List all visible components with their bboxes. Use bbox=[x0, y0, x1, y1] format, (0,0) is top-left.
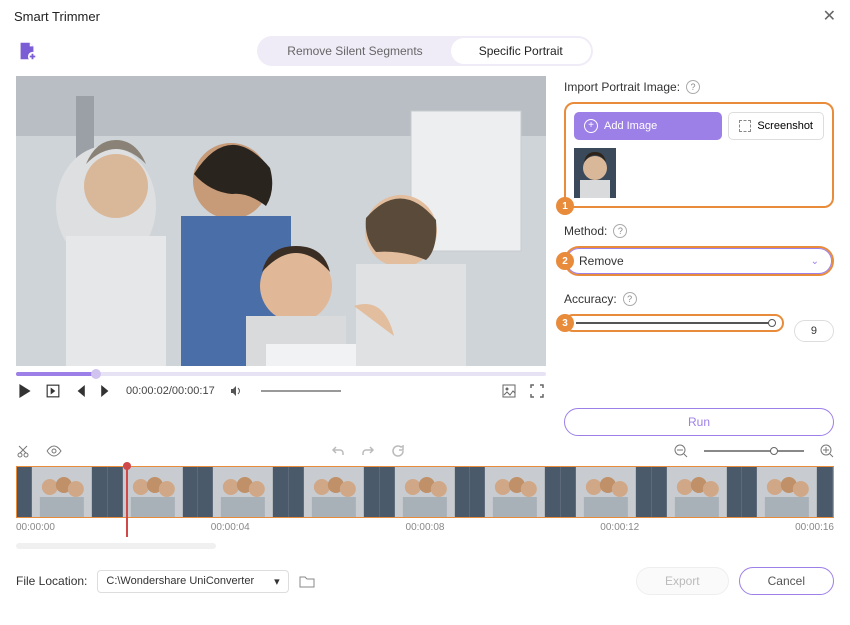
method-callout: 2 Remove ⌄ bbox=[564, 246, 834, 276]
method-value: Remove bbox=[579, 254, 624, 268]
prev-frame-icon[interactable] bbox=[74, 385, 86, 397]
stop-icon[interactable] bbox=[46, 384, 60, 398]
volume-icon[interactable] bbox=[229, 384, 243, 398]
accuracy-callout: 3 bbox=[564, 314, 784, 332]
snapshot-icon[interactable] bbox=[502, 384, 516, 398]
import-callout: 1 + Add Image Screenshot bbox=[564, 102, 834, 208]
tab-remove-silent[interactable]: Remove Silent Segments bbox=[259, 38, 450, 64]
file-location-select[interactable]: C:\Wondershare UniConverter ▾ bbox=[97, 570, 288, 593]
fullscreen-icon[interactable] bbox=[530, 384, 544, 398]
timeline-ticks: 00:00:00 00:00:04 00:00:08 00:00:12 00:0… bbox=[16, 518, 834, 537]
tick-label: 00:00:12 bbox=[600, 522, 639, 533]
timeline-frame bbox=[17, 467, 108, 517]
zoom-in-icon[interactable] bbox=[820, 444, 834, 458]
tick-label: 00:00:08 bbox=[406, 522, 445, 533]
reset-icon[interactable] bbox=[391, 444, 405, 458]
timeline-frame bbox=[652, 467, 743, 517]
app-logo-icon bbox=[16, 40, 38, 62]
chevron-down-icon: ▾ bbox=[274, 575, 280, 588]
portrait-thumbnail[interactable] bbox=[574, 148, 616, 198]
window-title: Smart Trimmer bbox=[14, 9, 100, 24]
file-location-label: File Location: bbox=[16, 574, 87, 588]
run-button[interactable]: Run bbox=[564, 408, 834, 436]
close-icon[interactable]: ✕ bbox=[823, 6, 836, 26]
export-button: Export bbox=[636, 567, 729, 595]
method-select[interactable]: Remove ⌄ bbox=[566, 248, 832, 274]
add-image-label: Add Image bbox=[604, 120, 657, 132]
screenshot-button[interactable]: Screenshot bbox=[728, 112, 824, 140]
volume-slider[interactable] bbox=[261, 390, 341, 392]
callout-badge-2: 2 bbox=[556, 252, 574, 270]
cancel-button[interactable]: Cancel bbox=[739, 567, 834, 595]
zoom-slider[interactable] bbox=[704, 450, 804, 452]
help-icon[interactable]: ? bbox=[686, 80, 700, 94]
screenshot-icon bbox=[739, 120, 751, 132]
tick-label: 00:00:04 bbox=[211, 522, 250, 533]
plus-icon: + bbox=[584, 119, 598, 133]
undo-icon[interactable] bbox=[331, 444, 345, 458]
tick-label: 00:00:00 bbox=[16, 522, 55, 533]
timeline-frame bbox=[380, 467, 471, 517]
screenshot-label: Screenshot bbox=[757, 120, 813, 132]
video-progress[interactable] bbox=[16, 372, 546, 376]
redo-icon[interactable] bbox=[361, 444, 375, 458]
help-icon[interactable]: ? bbox=[623, 292, 637, 306]
timeline[interactable] bbox=[16, 466, 834, 518]
tick-label: 00:00:16 bbox=[795, 522, 834, 533]
cut-icon[interactable] bbox=[16, 444, 30, 458]
timeline-scrollbar[interactable] bbox=[16, 543, 216, 549]
timeline-frame bbox=[289, 467, 380, 517]
chevron-down-icon: ⌄ bbox=[811, 256, 819, 267]
play-icon[interactable] bbox=[18, 384, 32, 398]
accuracy-label: Accuracy: bbox=[564, 292, 617, 306]
timeline-frame bbox=[198, 467, 289, 517]
timeline-frame bbox=[108, 467, 199, 517]
preview-icon[interactable] bbox=[46, 445, 62, 457]
file-location-value: C:\Wondershare UniConverter bbox=[106, 575, 254, 587]
timeline-frame bbox=[561, 467, 652, 517]
method-label: Method: bbox=[564, 224, 607, 238]
video-preview[interactable] bbox=[16, 76, 546, 366]
import-label: Import Portrait Image: bbox=[564, 80, 680, 94]
mode-tabs: Remove Silent Segments Specific Portrait bbox=[257, 36, 592, 66]
folder-icon[interactable] bbox=[299, 574, 315, 588]
add-image-button[interactable]: + Add Image bbox=[574, 112, 722, 140]
timeline-frame bbox=[742, 467, 833, 517]
time-display: 00:00:02/00:00:17 bbox=[126, 385, 215, 397]
tab-specific-portrait[interactable]: Specific Portrait bbox=[451, 38, 591, 64]
help-icon[interactable]: ? bbox=[613, 224, 627, 238]
accuracy-slider[interactable] bbox=[576, 322, 772, 324]
zoom-out-icon[interactable] bbox=[674, 444, 688, 458]
timeline-frame bbox=[470, 467, 561, 517]
accuracy-value: 9 bbox=[794, 320, 834, 342]
next-frame-icon[interactable] bbox=[100, 385, 112, 397]
callout-badge-3: 3 bbox=[556, 314, 574, 332]
callout-badge-1: 1 bbox=[556, 197, 574, 215]
